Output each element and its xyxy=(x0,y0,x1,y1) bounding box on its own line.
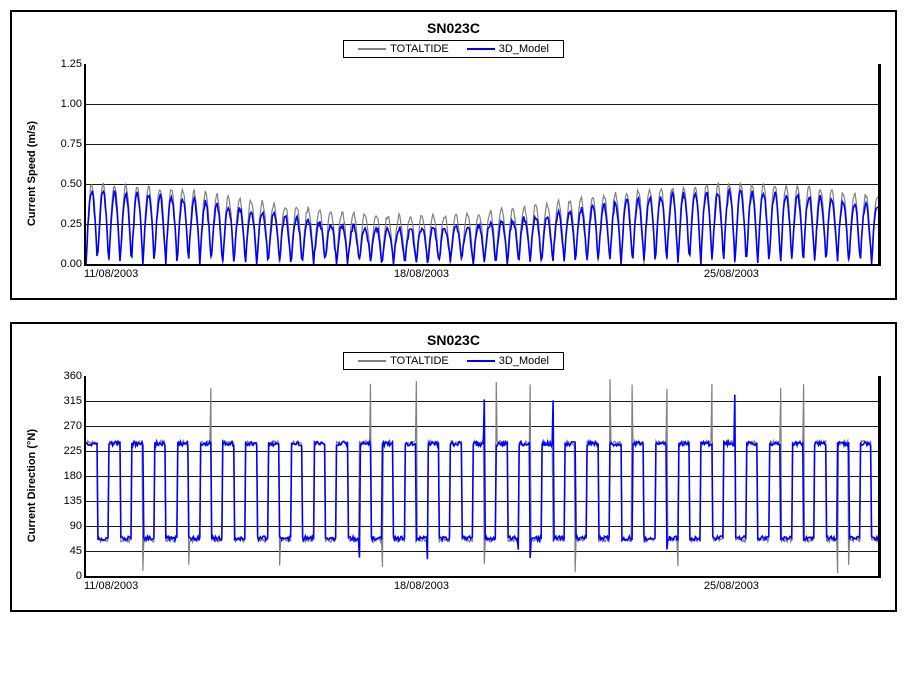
series-line-3D_Model xyxy=(86,395,878,559)
y-axis-label: Current Direction (°N) xyxy=(26,429,38,542)
legend: TOTALTIDE 3D_Model xyxy=(343,352,564,370)
y-tick-label: 270 xyxy=(42,420,82,432)
legend-swatch xyxy=(467,360,495,362)
legend-label: TOTALTIDE xyxy=(390,43,449,55)
y-tick-label: 360 xyxy=(42,370,82,382)
series-svg xyxy=(86,64,878,264)
y-tick-label: 1.00 xyxy=(42,98,82,110)
chart-title: SN023C xyxy=(26,332,881,348)
y-tick-label: 1.25 xyxy=(42,58,82,70)
y-axis-label: Current Speed (m/s) xyxy=(26,121,38,226)
y-tick-label: 0 xyxy=(42,570,82,582)
x-tick-label: 18/08/2003 xyxy=(394,580,449,592)
x-tick-label: 18/08/2003 xyxy=(394,268,449,280)
y-tick-label: 0.50 xyxy=(42,178,82,190)
legend-swatch xyxy=(358,360,386,362)
plot-area: 04590135180225270315360 xyxy=(84,376,881,578)
chart-panel-direction: SN023C TOTALTIDE 3D_Model Current Directi… xyxy=(10,322,897,612)
x-tick-label: 11/08/2003 xyxy=(84,268,138,280)
legend-item: 3D_Model xyxy=(467,43,549,55)
x-axis: 11/08/2003 18/08/2003 25/08/2003 xyxy=(84,578,881,596)
legend-label: TOTALTIDE xyxy=(390,355,449,367)
y-tick-label: 0.00 xyxy=(42,258,82,270)
x-axis: 11/08/2003 18/08/2003 25/08/2003 xyxy=(84,266,881,284)
plot-row: Current Direction (°N) 04590135180225270… xyxy=(26,376,881,596)
legend: TOTALTIDE 3D_Model xyxy=(343,40,564,58)
y-tick-label: 45 xyxy=(42,545,82,557)
legend-item: TOTALTIDE xyxy=(358,355,449,367)
y-tick-label: 0.75 xyxy=(42,138,82,150)
plot-area: 0.000.250.500.751.001.25 xyxy=(84,64,881,266)
y-tick-label: 225 xyxy=(42,445,82,457)
chart-title: SN023C xyxy=(26,20,881,36)
series-line-TOTALTIDE xyxy=(86,379,878,573)
y-tick-label: 135 xyxy=(42,495,82,507)
series-svg xyxy=(86,376,878,576)
x-tick-label: 11/08/2003 xyxy=(84,580,138,592)
y-tick-label: 90 xyxy=(42,520,82,532)
legend-label: 3D_Model xyxy=(499,355,549,367)
legend-item: TOTALTIDE xyxy=(358,43,449,55)
plot-row: Current Speed (m/s) 0.000.250.500.751.00… xyxy=(26,64,881,284)
chart-panel-speed: SN023C TOTALTIDE 3D_Model Current Speed (… xyxy=(10,10,897,300)
x-tick-label: 25/08/2003 xyxy=(704,580,759,592)
legend-item: 3D_Model xyxy=(467,355,549,367)
y-tick-label: 180 xyxy=(42,470,82,482)
y-tick-label: 315 xyxy=(42,395,82,407)
y-tick-label: 0.25 xyxy=(42,218,82,230)
x-tick-label: 25/08/2003 xyxy=(704,268,759,280)
legend-swatch xyxy=(467,48,495,50)
legend-swatch xyxy=(358,48,386,50)
legend-label: 3D_Model xyxy=(499,43,549,55)
